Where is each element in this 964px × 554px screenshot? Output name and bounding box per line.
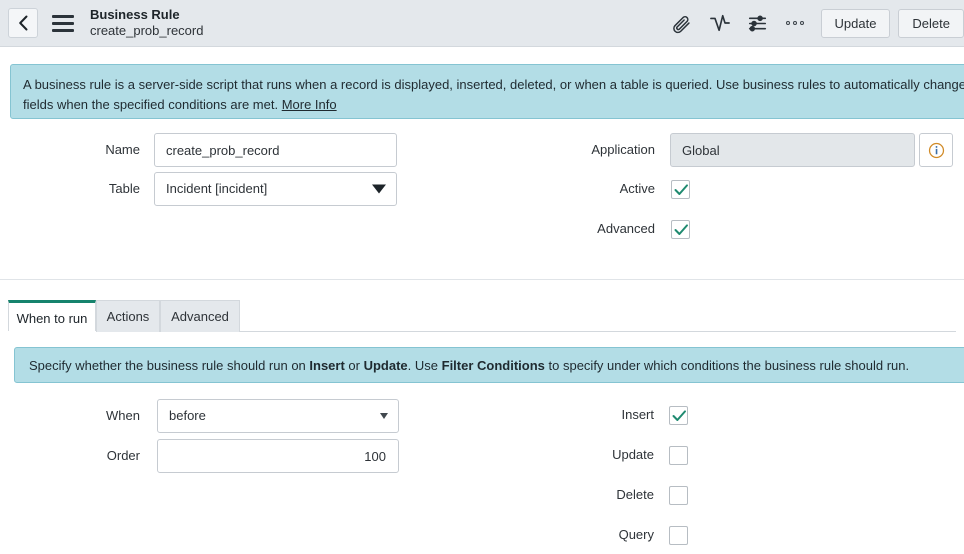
personalize-form-icon[interactable] bbox=[739, 4, 777, 42]
chevron-left-icon bbox=[18, 15, 27, 31]
section-divider bbox=[0, 279, 964, 280]
order-label: Order bbox=[106, 448, 140, 463]
tab-banner-bold-update: Update bbox=[363, 358, 408, 373]
query-checkbox[interactable] bbox=[669, 526, 688, 545]
delete-button[interactable]: Delete bbox=[898, 8, 964, 38]
more-info-link[interactable]: More Info bbox=[282, 97, 337, 112]
order-input[interactable] bbox=[157, 439, 399, 473]
tab-banner-suffix: to specify under which conditions the bu… bbox=[544, 358, 910, 373]
tab-banner-prefix: Specify whether the business rule should… bbox=[29, 358, 310, 373]
table-select[interactable]: Incident [incident] bbox=[154, 172, 397, 206]
advanced-checkbox[interactable] bbox=[671, 220, 690, 239]
application-info-button[interactable] bbox=[919, 133, 953, 167]
delete-checkbox[interactable] bbox=[669, 486, 688, 505]
info-circle-icon bbox=[928, 142, 944, 158]
active-checkbox[interactable] bbox=[671, 180, 690, 199]
hamburger-bar bbox=[52, 14, 74, 18]
info-banner-text: A business rule is a server-side script … bbox=[23, 77, 964, 113]
more-actions-icon[interactable] bbox=[777, 21, 813, 25]
name-label: Name bbox=[105, 142, 140, 157]
table-label: Table bbox=[108, 181, 140, 196]
hamburger-bar bbox=[52, 28, 74, 32]
tab-banner-mid-1: or bbox=[344, 358, 364, 373]
name-input[interactable] bbox=[154, 133, 397, 167]
delete-label: Delete bbox=[616, 487, 654, 502]
active-label: Active bbox=[619, 181, 655, 196]
tabstrip: When to run Actions Advanced bbox=[8, 300, 956, 333]
tab-banner-mid-2: . Use bbox=[407, 358, 442, 373]
tab-actions[interactable]: Actions bbox=[96, 300, 160, 332]
page-title: Business Rule bbox=[90, 7, 180, 23]
hamburger-menu-icon[interactable] bbox=[52, 14, 74, 32]
checkmark-icon bbox=[674, 224, 688, 235]
table-select-value: Incident [incident] bbox=[154, 172, 397, 206]
when-select-value: before bbox=[157, 399, 399, 433]
business-rule-info-banner: A business rule is a server-side script … bbox=[10, 64, 964, 119]
when-label: When bbox=[106, 408, 140, 423]
update-checkbox[interactable] bbox=[669, 446, 688, 465]
dot bbox=[792, 21, 797, 25]
dot bbox=[785, 21, 790, 25]
tab-advanced[interactable]: Advanced bbox=[160, 300, 240, 332]
when-select[interactable]: before bbox=[157, 399, 399, 433]
hamburger-bar bbox=[52, 21, 74, 25]
back-button[interactable] bbox=[8, 8, 38, 38]
checkmark-icon bbox=[672, 410, 686, 421]
application-label: Application bbox=[591, 142, 655, 157]
tab-when-to-run[interactable]: When to run bbox=[8, 300, 96, 333]
update-label: Update bbox=[612, 447, 654, 462]
when-to-run-info-banner: Specify whether the business rule should… bbox=[14, 347, 964, 383]
app-header: Business Rule create_prob_record Update … bbox=[0, 0, 964, 47]
advanced-label: Advanced bbox=[597, 221, 655, 236]
attachment-icon[interactable] bbox=[663, 4, 701, 42]
activity-icon[interactable] bbox=[701, 4, 739, 42]
insert-checkbox[interactable] bbox=[669, 406, 688, 425]
update-button[interactable]: Update bbox=[820, 8, 891, 38]
tab-banner-bold-filter-conditions: Filter Conditions bbox=[441, 358, 545, 373]
insert-label: Insert bbox=[621, 407, 654, 422]
record-name: create_prob_record bbox=[90, 23, 204, 38]
header-actions: Update Delete bbox=[663, 4, 964, 42]
application-input bbox=[670, 133, 915, 167]
checkmark-icon bbox=[674, 184, 688, 195]
record-title-block: Business Rule create_prob_record bbox=[90, 7, 203, 39]
query-label: Query bbox=[618, 527, 654, 542]
active-tab-underline-mask bbox=[8, 331, 96, 333]
tab-banner-bold-insert: Insert bbox=[309, 358, 345, 373]
dot bbox=[799, 21, 804, 25]
